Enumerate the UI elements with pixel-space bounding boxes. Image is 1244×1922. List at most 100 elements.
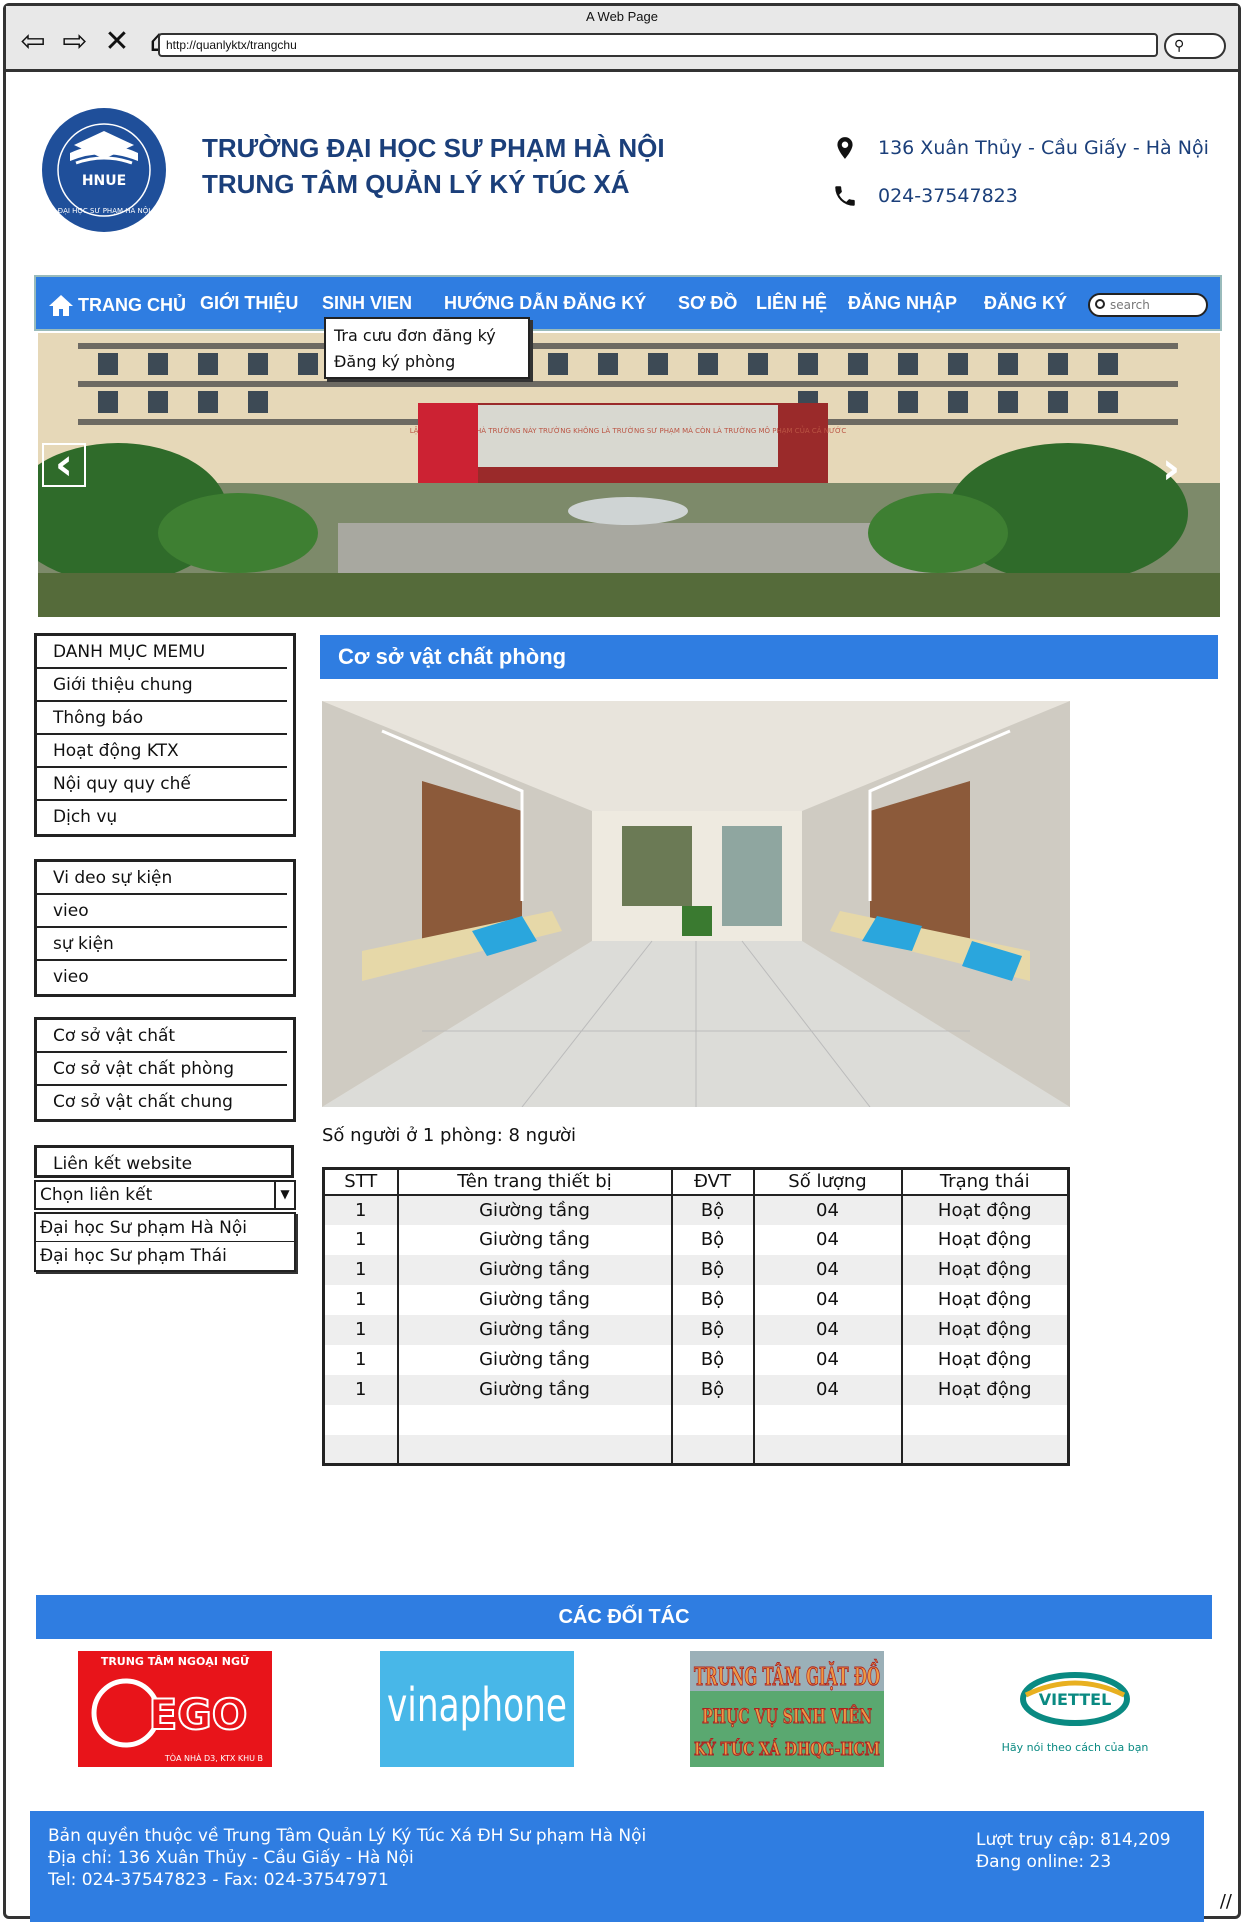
table-cell: Hoạt động [901, 1344, 1069, 1375]
browser-search-icon[interactable]: ⚲ [1164, 33, 1226, 59]
sidebar-item-activities[interactable]: Hoạt động KTX [37, 735, 287, 768]
sidebar-item-video-1[interactable]: vieo [37, 895, 287, 928]
partner-laundry-line2: PHỤC VỤ SINH VIÊN [702, 1704, 872, 1728]
table-cell [901, 1434, 1069, 1465]
table-cell: Bộ [671, 1374, 755, 1405]
page: HNUE ĐẠI HỌC SƯ PHẠM HÀ NỘI TRƯỜNG ĐẠI H… [6, 75, 1238, 1922]
search-placeholder: search [1110, 298, 1150, 312]
table-cell: 1 [323, 1194, 399, 1225]
links-option-hanoi[interactable]: Đại học Sư phạm Hà Nội [36, 1214, 294, 1242]
sidebar-item-event[interactable]: sự kiện [37, 928, 287, 961]
partner-laundry-logo[interactable]: TRUNG TÂM GIẶT ĐỒ PHỤC VỤ SINH VIÊN KÝ T… [690, 1651, 884, 1767]
chevron-down-icon[interactable]: ▼ [274, 1180, 294, 1210]
dorm-room-image [322, 701, 1070, 1107]
equipment-table: STT Tên trang thiết bị ĐVT Số lượng Trạn… [322, 1167, 1070, 1466]
partner-viettel-brand: VIETTEL [1039, 1690, 1112, 1709]
table-cell: Bộ [671, 1194, 755, 1225]
back-icon[interactable]: ⇦ [16, 26, 50, 58]
table-row: 1 Giường tầng Bộ 04 Hoạt động [323, 1344, 1069, 1375]
browser-titlebar: A Web Page ⇦ ⇨ ✕ ⌂ http://quanlyktx/tran… [6, 6, 1238, 72]
col-stt: STT [323, 1168, 399, 1196]
table-header-row: STT Tên trang thiết bị ĐVT Số lượng Trạn… [323, 1168, 1069, 1196]
table-row-empty [323, 1434, 1069, 1465]
partner-ego-logo[interactable]: TRUNG TÂM NGOẠI NGỮ EGO TÒA NHÀ D3, KTX … [78, 1651, 272, 1767]
sidebar-item-rules[interactable]: Nội quy quy chế [37, 768, 287, 801]
table-cell: Giường tầng [397, 1194, 673, 1225]
partner-laundry-line3: KÝ TÚC XÁ ĐHQG-HCM [694, 1737, 880, 1760]
students-dropdown: Tra cưu đơn đăng ký Đăng ký phòng [324, 317, 530, 379]
school-name: TRƯỜNG ĐẠI HỌC SƯ PHẠM HÀ NỘI [202, 133, 665, 163]
logo-text: HNUE [82, 173, 126, 189]
nav-about[interactable]: GIỚI THIỆU [200, 293, 298, 314]
partner-viettel-slogan: Hãy nói theo cách của bạn [1002, 1741, 1149, 1754]
content-title: Cơ sở vật chất phòng [320, 635, 1218, 679]
nav-map[interactable]: SƠ ĐỒ [678, 293, 737, 314]
table-cell [753, 1404, 903, 1435]
table-cell [397, 1404, 673, 1435]
sidebar-item-video-2[interactable]: vieo [37, 961, 287, 994]
partners-title: CÁC ĐỐI TÁC [36, 1595, 1212, 1639]
phone-icon [835, 186, 855, 206]
phone-text: 024-37547823 [878, 185, 1018, 207]
table-cell [901, 1404, 1069, 1435]
browser-window: A Web Page ⇦ ⇨ ✕ ⌂ http://quanlyktx/tran… [3, 3, 1241, 1922]
table-cell: 04 [753, 1194, 903, 1225]
table-cell: 04 [753, 1254, 903, 1285]
table-cell [671, 1404, 755, 1435]
table-cell: Hoạt động [901, 1254, 1069, 1285]
sidebar-item-services[interactable]: Dịch vụ [37, 801, 287, 834]
table-row: 1 Giường tầng Bộ 04 Hoạt động [323, 1374, 1069, 1405]
hnue-logo: HNUE ĐẠI HỌC SƯ PHẠM HÀ NỘI [30, 105, 178, 235]
table-cell: Bộ [671, 1284, 755, 1315]
table-cell: 1 [323, 1314, 399, 1345]
carousel-next-arrow-icon[interactable]: › [1162, 443, 1180, 494]
partner-viettel-logo[interactable]: VIETTEL Hãy nói theo cách của bạn [978, 1651, 1172, 1767]
dropdown-item-lookup[interactable]: Tra cưu đơn đăng ký [334, 323, 520, 349]
sidebar-menu-title: DANH MỤC MEMU [37, 636, 287, 669]
close-icon[interactable]: ✕ [100, 26, 134, 58]
table-row: 1 Giường tầng Bộ 04 Hoạt động [323, 1284, 1069, 1315]
logo-ring-text: ĐẠI HỌC SƯ PHẠM HÀ NỘI [58, 206, 151, 215]
table-cell: Hoạt động [901, 1284, 1069, 1315]
forward-icon[interactable]: ⇨ [58, 26, 92, 58]
table-cell: Bộ [671, 1314, 755, 1345]
table-row: 1 Giường tầng Bộ 04 Hoạt động [323, 1194, 1069, 1225]
sidebar-item-room-facilities[interactable]: Cơ sở vật chất phòng [37, 1053, 287, 1086]
nav-home[interactable]: TRANG CHỦ [48, 293, 186, 317]
sidebar-video: Vi deo sự kiện vieo sự kiện vieo [34, 859, 296, 997]
links-select[interactable]: Chọn liên kết ▼ [34, 1180, 296, 1210]
links-options: Đại học Sư phạm Hà Nội Đại học Sư phạm T… [34, 1212, 296, 1272]
partner-vinaphone-brand: vinaphone [387, 1678, 567, 1732]
table-cell: 04 [753, 1314, 903, 1345]
sidebar-item-common-facilities[interactable]: Cơ sở vật chất chung [37, 1086, 287, 1119]
dropdown-item-register-room[interactable]: Đăng ký phòng [334, 349, 520, 375]
footer: Bản quyền thuộc về Trung Tâm Quản Lý Ký … [30, 1811, 1204, 1922]
sidebar-links: Liên kết website Chọn liên kết ▼ Đại học… [34, 1145, 296, 1272]
partner-vinaphone-logo[interactable]: vinaphone [380, 1651, 574, 1767]
nav-search-input[interactable]: search [1088, 293, 1208, 317]
search-icon [1095, 299, 1105, 309]
table-cell: Hoạt động [901, 1374, 1069, 1405]
nav-registration-guide[interactable]: HƯỚNG DẪN ĐĂNG KÝ [444, 293, 646, 314]
carousel-prev-arrow-icon[interactable]: ‹ [42, 443, 86, 487]
sidebar-video-title: Vi deo sự kiện [37, 862, 287, 895]
nav-login[interactable]: ĐĂNG NHẬP [848, 293, 957, 314]
main-nav: TRANG CHỦ GIỚI THIỆU SINH VIEN HƯỚNG DẪN… [34, 275, 1222, 331]
nav-register[interactable]: ĐĂNG KÝ [984, 293, 1067, 314]
sidebar-links-title: Liên kết website [34, 1145, 294, 1178]
table-cell: 1 [323, 1254, 399, 1285]
footer-phone: Tel: 024-37547823 - Fax: 024-37547971 [48, 1870, 389, 1890]
occupancy-text: Số người ở 1 phòng: 8 người [322, 1125, 576, 1146]
links-option-thai[interactable]: Đại học Sư phạm Thái [36, 1242, 294, 1270]
table-cell: Hoạt động [901, 1224, 1069, 1255]
resize-handle-icon[interactable]: // [1220, 1891, 1232, 1912]
footer-online: Đang online: 23 [976, 1852, 1112, 1872]
sidebar-item-announcements[interactable]: Thông báo [37, 702, 287, 735]
table-cell: Giường tầng [397, 1224, 673, 1255]
nav-students[interactable]: SINH VIEN [322, 293, 412, 314]
footer-visits: Lượt truy cập: 814,209 [976, 1830, 1171, 1850]
sidebar-item-intro[interactable]: Giới thiệu chung [37, 669, 287, 702]
nav-contact[interactable]: LIÊN HỆ [756, 293, 827, 314]
sidebar-facilities: Cơ sở vật chất Cơ sở vật chất phòng Cơ s… [34, 1017, 296, 1122]
url-bar[interactable]: http://quanlyktx/trangchu [158, 33, 1158, 57]
